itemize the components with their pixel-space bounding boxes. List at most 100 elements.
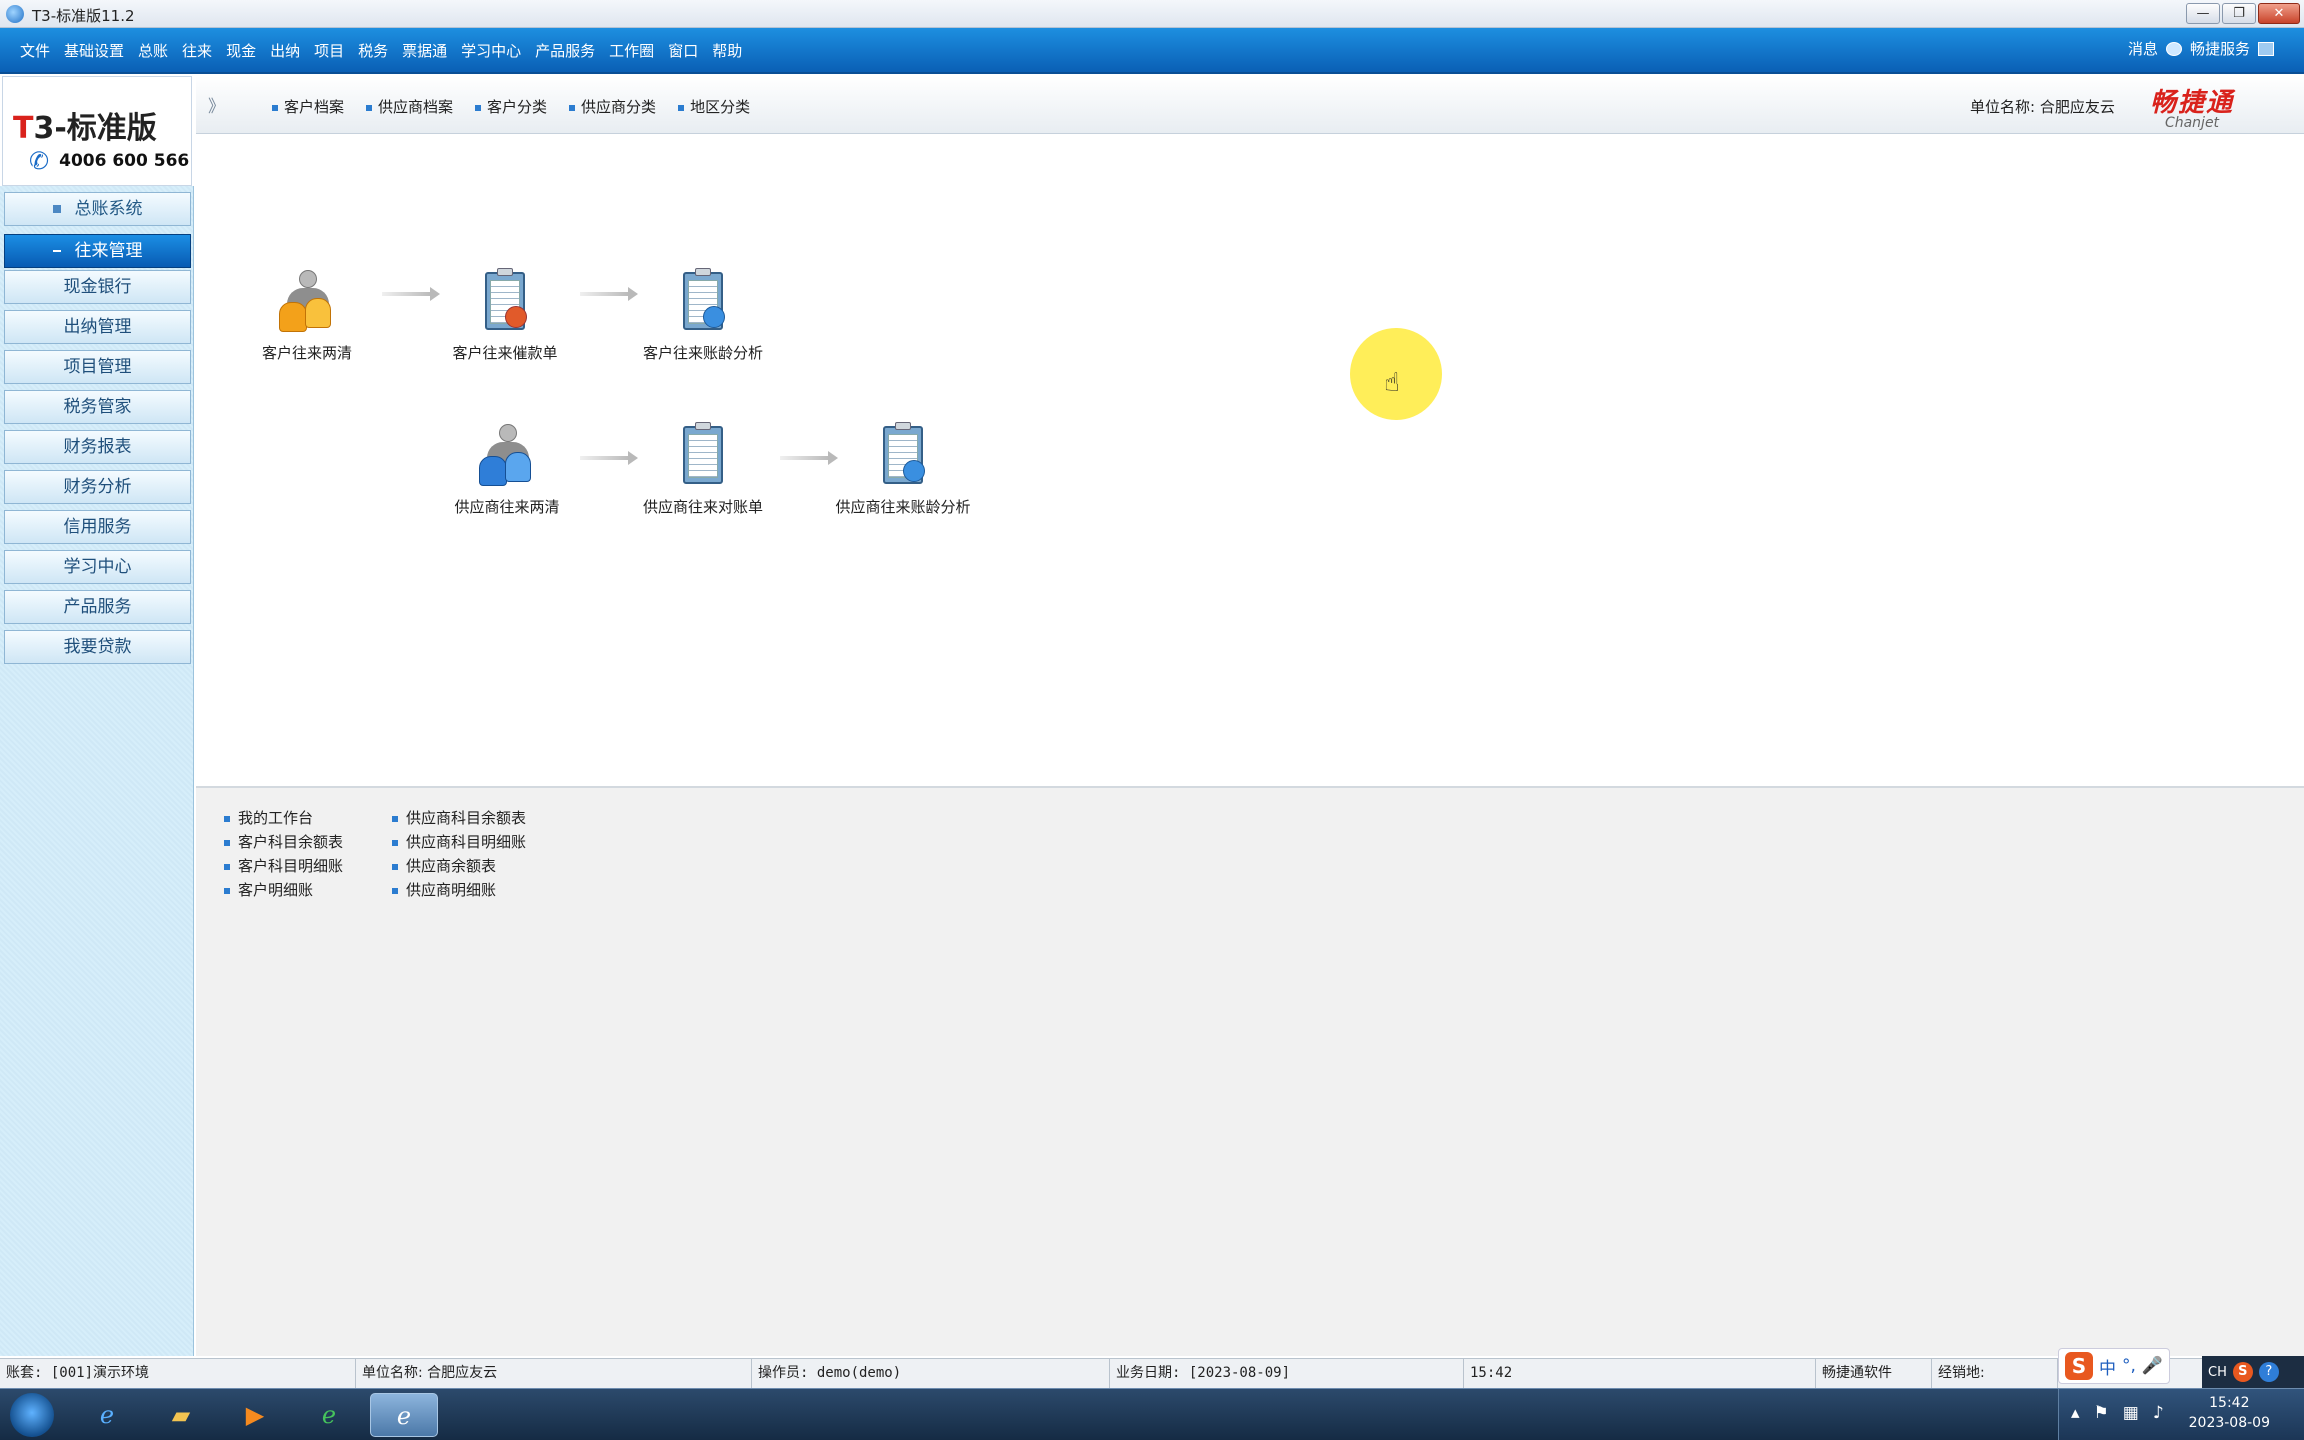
main-menu: 文件 基础设置 总账 往来 现金 出纳 项目 税务 票据通 学习中心 产品服务 … [20,40,756,61]
sidebar-item-project[interactable]: 项目管理 [4,350,191,384]
sidebar-item-receivables-mgmt[interactable]: 往来管理 [4,234,191,268]
flow-supplier-aging[interactable]: 供应商往来账龄分析 [808,422,998,517]
expand-chevron-icon[interactable]: 》 [208,92,225,117]
taskbar: ℯ ▰ ▶ ℯ ℯ ▴ ⚑ ▦ ♪ 15:42 2023-08-09 [0,1388,2304,1440]
tray-expand-icon[interactable]: ▴ [2071,1403,2080,1423]
messages-link[interactable]: 消息 [2128,38,2158,59]
close-button[interactable]: ✕ [2258,3,2300,24]
sidebar-item-cashier[interactable]: 出纳管理 [4,310,191,344]
sidebar-item-analysis[interactable]: 财务分析 [4,470,191,504]
flow-customer-clear[interactable]: 客户往来两清 [212,268,402,363]
link-customer-detail[interactable]: 客户明细账 [224,878,343,902]
statement-document-icon [673,422,733,488]
link-region-category[interactable]: 地区分类 [678,96,750,117]
link-my-workbench[interactable]: 我的工作台 [224,806,343,830]
status-software: 畅捷通软件 [1816,1359,1932,1389]
volume-icon[interactable]: ♪ [2153,1403,2164,1423]
sidebar: 总账系统 往来管理 现金银行 出纳管理 项目管理 税务管家 财务报表 财务分析 … [0,186,194,1356]
ime-punctuation[interactable]: °, [2122,1356,2136,1376]
sidebar-item-tax[interactable]: 税务管家 [4,390,191,424]
menu-item-project[interactable]: 项目 [314,40,344,61]
status-business-date: 业务日期: [2023-08-09] [1110,1359,1464,1389]
status-operator: 操作员: demo(demo) [752,1359,1110,1389]
app-icon [6,5,24,23]
browser-icon[interactable]: ℯ [300,1393,358,1437]
dunning-document-icon [475,268,535,334]
workflow-area: 客户往来两清 客户往来催款单 客户往来账龄分析 供应商往来两清 供应商往来对账单… [196,136,2304,786]
menu-item-ledger[interactable]: 总账 [138,40,168,61]
maximize-button[interactable]: ❐ [2222,3,2256,24]
system-clock[interactable]: 15:42 2023-08-09 [2189,1393,2270,1433]
network-icon[interactable]: ▦ [2123,1403,2139,1423]
minimize-button[interactable]: — [2186,3,2220,24]
menu-item-learning[interactable]: 学习中心 [461,40,521,61]
tray-flag-icon[interactable]: ⚑ [2094,1403,2109,1423]
flow-customer-dunning[interactable]: 客户往来催款单 [410,268,600,363]
link-customer-subject-detail[interactable]: 客户科目明细账 [224,854,343,878]
menu-item-help[interactable]: 帮助 [712,40,742,61]
message-icon[interactable] [2165,41,2182,56]
sogou-icon[interactable]: S [2065,1352,2093,1380]
microphone-icon[interactable]: 🎤 [2142,1356,2163,1376]
window-title: T3-标准版11.2 [32,7,135,25]
link-supplier-archive[interactable]: 供应商档案 [366,96,453,117]
status-account: 账套: [001]演示环境 [0,1359,356,1389]
flow-supplier-statement[interactable]: 供应商往来对账单 [608,422,798,517]
sidebar-item-learning[interactable]: 学习中心 [4,550,191,584]
link-supplier-category[interactable]: 供应商分类 [569,96,656,117]
phone-row: ✆ 4006 600 566 [29,147,189,175]
menu-item-bills[interactable]: 票据通 [402,40,447,61]
media-player-icon[interactable]: ▶ [226,1393,284,1437]
language-indicator[interactable]: CH [2208,1365,2227,1380]
link-supplier-subject-detail[interactable]: 供应商科目明细账 [392,830,526,854]
flow-customer-aging[interactable]: 客户往来账龄分析 [608,268,798,363]
menu-item-tax[interactable]: 税务 [358,40,388,61]
link-supplier-detail[interactable]: 供应商明细账 [392,878,526,902]
sidebar-item-loan[interactable]: 我要贷款 [4,630,191,664]
hand-cursor-icon: ☝ [1384,368,1400,398]
system-tray: ▴ ⚑ ▦ ♪ 15:42 2023-08-09 [2058,1389,2304,1440]
flow-supplier-clear[interactable]: 供应商往来两清 [412,422,602,517]
report-links-col2: 供应商科目余额表 供应商科目明细账 供应商余额表 供应商明细账 [392,806,526,902]
service-icon[interactable] [2258,41,2274,56]
status-time: 15:42 [1464,1359,1816,1389]
link-supplier-subject-balance[interactable]: 供应商科目余额表 [392,806,526,830]
function-toolbar: 》 客户档案 供应商档案 客户分类 供应商分类 地区分类 单位名称: 合肥应友云… [196,76,2304,134]
menu-item-file[interactable]: 文件 [20,40,50,61]
status-bar: 账套: [001]演示环境 单位名称: 合肥应友云 操作员: demo(demo… [0,1358,2304,1389]
link-customer-archive[interactable]: 客户档案 [272,96,344,117]
menu-item-receivables[interactable]: 往来 [182,40,212,61]
link-supplier-balance[interactable]: 供应商余额表 [392,854,526,878]
title-bar: T3-标准版11.2 — ❐ ✕ [0,0,2304,28]
sogou-tray-icon[interactable]: S [2232,1362,2253,1382]
menu-item-window[interactable]: 窗口 [668,40,698,61]
collapse-icon [52,250,61,252]
menu-item-cashier[interactable]: 出纳 [270,40,300,61]
sidebar-item-cash-bank[interactable]: 现金银行 [4,270,191,304]
language-bar[interactable]: CH S ? [2202,1356,2304,1388]
sidebar-item-general-ledger[interactable]: 总账系统 [4,192,191,226]
menu-item-basic-settings[interactable]: 基础设置 [64,40,124,61]
sidebar-item-reports[interactable]: 财务报表 [4,430,191,464]
ime-toolbar[interactable]: S 中 °, 🎤 [2058,1348,2171,1384]
sidebar-item-products[interactable]: 产品服务 [4,590,191,624]
people-icon [477,422,537,488]
aging-analysis-icon [673,268,733,334]
chanjet-logo: 畅捷通 Chanjet [2150,88,2235,131]
status-unit: 单位名称: 合肥应友云 [356,1359,752,1389]
menu-item-cash[interactable]: 现金 [226,40,256,61]
start-button[interactable] [10,1393,54,1437]
sidebar-item-credit[interactable]: 信用服务 [4,510,191,544]
folder-icon[interactable]: ▰ [152,1393,210,1437]
help-icon[interactable]: ? [2258,1362,2279,1382]
link-customer-category[interactable]: 客户分类 [475,96,547,117]
menu-item-workcircle[interactable]: 工作圈 [609,40,654,61]
expand-icon [52,205,61,213]
service-link[interactable]: 畅捷服务 [2190,38,2250,59]
t3-app-taskbar-icon[interactable]: ℯ [370,1393,438,1437]
internet-explorer-icon[interactable]: ℯ [78,1393,136,1437]
brand-logo: T3-标准版 ✆ 4006 600 566 [2,76,192,186]
ime-chinese-mode[interactable]: 中 [2099,1354,2116,1379]
link-customer-subject-balance[interactable]: 客户科目余额表 [224,830,343,854]
menu-item-products[interactable]: 产品服务 [535,40,595,61]
